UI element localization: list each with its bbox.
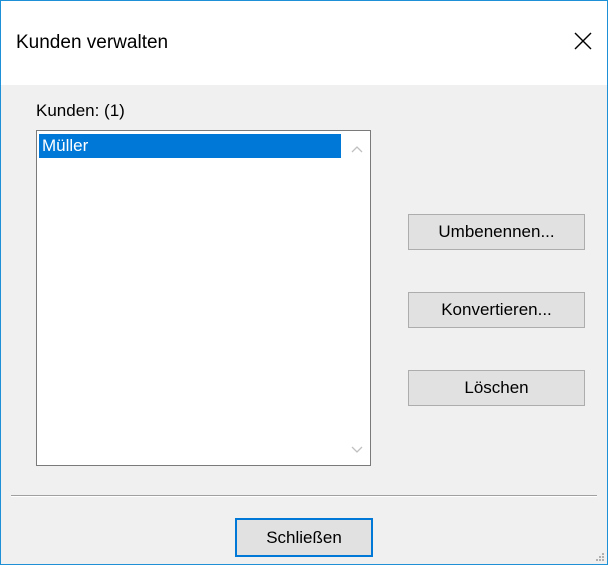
customers-label: Kunden: (1)	[36, 101, 125, 120]
chevron-down-icon	[351, 446, 363, 453]
window-title: Kunden verwalten	[16, 32, 169, 53]
scroll-down-button[interactable]	[344, 437, 370, 463]
delete-button[interactable]: Löschen	[408, 370, 585, 406]
list-item[interactable]: Müller	[39, 134, 341, 158]
resize-grip-icon[interactable]	[593, 550, 605, 562]
close-icon	[574, 32, 592, 50]
customer-listbox[interactable]: Müller	[36, 130, 371, 466]
rename-button[interactable]: Umbenennen...	[408, 214, 585, 250]
vertical-scrollbar[interactable]	[344, 131, 370, 465]
scroll-up-button[interactable]	[344, 136, 370, 162]
footer-separator-highlight	[11, 496, 597, 497]
convert-button[interactable]: Konvertieren...	[408, 292, 585, 328]
window-close-button[interactable]	[561, 18, 607, 64]
close-dialog-button[interactable]: Schließen	[235, 518, 373, 557]
title-bar[interactable]: Kunden verwalten	[1, 1, 607, 85]
dialog-window: Kunden verwalten Kunden: (1) Müller Umbe…	[0, 0, 608, 565]
chevron-up-icon	[351, 146, 363, 153]
